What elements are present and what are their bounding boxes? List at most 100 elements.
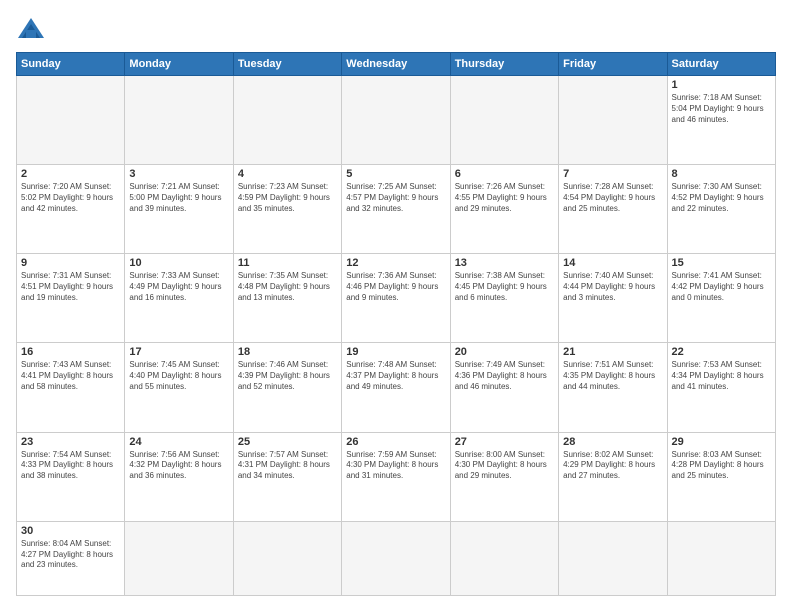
day-number: 25 xyxy=(238,436,337,448)
day-info: Sunrise: 7:43 AM Sunset: 4:41 PM Dayligh… xyxy=(21,360,120,392)
day-number: 16 xyxy=(21,346,120,358)
day-cell: 8 Sunrise: 7:30 AM Sunset: 4:52 PM Daylig… xyxy=(667,165,775,254)
day-info: Sunrise: 7:21 AM Sunset: 5:00 PM Dayligh… xyxy=(129,182,228,214)
day-number: 18 xyxy=(238,346,337,358)
day-cell: 26Sunrise: 7:59 AM Sunset: 4:30 PM Dayli… xyxy=(342,432,450,521)
day-info: Sunrise: 7:41 AM Sunset: 4:42 PM Dayligh… xyxy=(672,271,771,303)
day-number: 4 xyxy=(238,168,337,180)
day-info: Sunrise: 8:00 AM Sunset: 4:30 PM Dayligh… xyxy=(455,450,554,482)
weekday-friday: Friday xyxy=(559,53,667,76)
day-info: Sunrise: 7:46 AM Sunset: 4:39 PM Dayligh… xyxy=(238,360,337,392)
day-cell xyxy=(559,76,667,165)
day-number: 13 xyxy=(455,257,554,269)
day-number: 26 xyxy=(346,436,445,448)
day-number: 28 xyxy=(563,436,662,448)
day-cell: 4Sunrise: 7:23 AM Sunset: 4:59 PM Daylig… xyxy=(233,165,341,254)
weekday-sunday: Sunday xyxy=(17,53,125,76)
day-cell xyxy=(125,76,233,165)
day-info: Sunrise: 7:33 AM Sunset: 4:49 PM Dayligh… xyxy=(129,271,228,303)
day-cell: 17 Sunrise: 7:45 AM Sunset: 4:40 PM Dayli… xyxy=(125,343,233,432)
day-cell: 27Sunrise: 8:00 AM Sunset: 4:30 PM Dayli… xyxy=(450,432,558,521)
day-cell xyxy=(559,521,667,595)
day-number: 2 xyxy=(21,168,120,180)
day-number: 19 xyxy=(346,346,445,358)
week-row-5: 23 Sunrise: 7:54 AM Sunset: 4:33 PM Dayli… xyxy=(17,432,776,521)
day-info: Sunrise: 7:45 AM Sunset: 4:40 PM Dayligh… xyxy=(129,360,228,392)
day-number: 24 xyxy=(129,436,228,448)
day-info: Sunrise: 8:04 AM Sunset: 4:27 PM Dayligh… xyxy=(21,539,120,571)
day-cell: 19 Sunrise: 7:48 AM Sunset: 4:37 PM Dayli… xyxy=(342,343,450,432)
day-number: 22 xyxy=(672,346,771,358)
day-number: 12 xyxy=(346,257,445,269)
calendar: SundayMondayTuesdayWednesdayThursdayFrid… xyxy=(16,52,776,596)
day-cell: 30 Sunrise: 8:04 AM Sunset: 4:27 PM Dayli… xyxy=(17,521,125,595)
day-number: 9 xyxy=(21,257,120,269)
day-info: Sunrise: 7:53 AM Sunset: 4:34 PM Dayligh… xyxy=(672,360,771,392)
week-row-4: 16 Sunrise: 7:43 AM Sunset: 4:41 PM Dayli… xyxy=(17,343,776,432)
day-cell: 22 Sunrise: 7:53 AM Sunset: 4:34 PM Dayli… xyxy=(667,343,775,432)
day-cell xyxy=(233,76,341,165)
day-cell xyxy=(17,76,125,165)
day-number: 21 xyxy=(563,346,662,358)
day-number: 30 xyxy=(21,525,120,537)
day-cell: 7 Sunrise: 7:28 AM Sunset: 4:54 PM Daylig… xyxy=(559,165,667,254)
day-cell xyxy=(450,521,558,595)
day-info: Sunrise: 7:30 AM Sunset: 4:52 PM Dayligh… xyxy=(672,182,771,214)
day-number: 15 xyxy=(672,257,771,269)
day-info: Sunrise: 7:48 AM Sunset: 4:37 PM Dayligh… xyxy=(346,360,445,392)
day-cell xyxy=(342,76,450,165)
day-info: Sunrise: 8:02 AM Sunset: 4:29 PM Dayligh… xyxy=(563,450,662,482)
day-cell: 6 Sunrise: 7:26 AM Sunset: 4:55 PM Daylig… xyxy=(450,165,558,254)
day-cell: 11 Sunrise: 7:35 AM Sunset: 4:48 PM Dayli… xyxy=(233,254,341,343)
day-number: 20 xyxy=(455,346,554,358)
weekday-header-row: SundayMondayTuesdayWednesdayThursdayFrid… xyxy=(17,53,776,76)
day-number: 6 xyxy=(455,168,554,180)
day-cell: 5Sunrise: 7:25 AM Sunset: 4:57 PM Daylig… xyxy=(342,165,450,254)
day-info: Sunrise: 7:54 AM Sunset: 4:33 PM Dayligh… xyxy=(21,450,120,482)
day-cell: 15 Sunrise: 7:41 AM Sunset: 4:42 PM Dayli… xyxy=(667,254,775,343)
day-cell: 23 Sunrise: 7:54 AM Sunset: 4:33 PM Dayli… xyxy=(17,432,125,521)
day-info: Sunrise: 7:36 AM Sunset: 4:46 PM Dayligh… xyxy=(346,271,445,303)
day-cell: 12 Sunrise: 7:36 AM Sunset: 4:46 PM Dayli… xyxy=(342,254,450,343)
day-info: Sunrise: 7:57 AM Sunset: 4:31 PM Dayligh… xyxy=(238,450,337,482)
logo xyxy=(16,16,50,44)
day-cell: 2 Sunrise: 7:20 AM Sunset: 5:02 PM Daylig… xyxy=(17,165,125,254)
day-info: Sunrise: 7:31 AM Sunset: 4:51 PM Dayligh… xyxy=(21,271,120,303)
week-row-1: 1Sunrise: 7:18 AM Sunset: 5:04 PM Daylig… xyxy=(17,76,776,165)
day-number: 17 xyxy=(129,346,228,358)
day-number: 10 xyxy=(129,257,228,269)
day-cell xyxy=(667,521,775,595)
day-cell xyxy=(233,521,341,595)
page: SundayMondayTuesdayWednesdayThursdayFrid… xyxy=(0,0,792,612)
day-number: 23 xyxy=(21,436,120,448)
week-row-6: 30 Sunrise: 8:04 AM Sunset: 4:27 PM Dayli… xyxy=(17,521,776,595)
weekday-wednesday: Wednesday xyxy=(342,53,450,76)
day-number: 11 xyxy=(238,257,337,269)
day-info: Sunrise: 7:25 AM Sunset: 4:57 PM Dayligh… xyxy=(346,182,445,214)
day-info: Sunrise: 7:20 AM Sunset: 5:02 PM Dayligh… xyxy=(21,182,120,214)
day-info: Sunrise: 7:38 AM Sunset: 4:45 PM Dayligh… xyxy=(455,271,554,303)
day-number: 8 xyxy=(672,168,771,180)
day-info: Sunrise: 7:40 AM Sunset: 4:44 PM Dayligh… xyxy=(563,271,662,303)
day-info: Sunrise: 7:35 AM Sunset: 4:48 PM Dayligh… xyxy=(238,271,337,303)
day-cell xyxy=(342,521,450,595)
day-info: Sunrise: 7:28 AM Sunset: 4:54 PM Dayligh… xyxy=(563,182,662,214)
day-info: Sunrise: 7:26 AM Sunset: 4:55 PM Dayligh… xyxy=(455,182,554,214)
day-info: Sunrise: 7:51 AM Sunset: 4:35 PM Dayligh… xyxy=(563,360,662,392)
day-cell: 24 Sunrise: 7:56 AM Sunset: 4:32 PM Dayli… xyxy=(125,432,233,521)
week-row-2: 2 Sunrise: 7:20 AM Sunset: 5:02 PM Daylig… xyxy=(17,165,776,254)
day-cell: 14Sunrise: 7:40 AM Sunset: 4:44 PM Dayli… xyxy=(559,254,667,343)
day-number: 29 xyxy=(672,436,771,448)
day-number: 1 xyxy=(672,79,771,91)
day-info: Sunrise: 7:49 AM Sunset: 4:36 PM Dayligh… xyxy=(455,360,554,392)
day-cell: 3Sunrise: 7:21 AM Sunset: 5:00 PM Daylig… xyxy=(125,165,233,254)
day-cell: 20 Sunrise: 7:49 AM Sunset: 4:36 PM Dayli… xyxy=(450,343,558,432)
day-cell: 28 Sunrise: 8:02 AM Sunset: 4:29 PM Dayli… xyxy=(559,432,667,521)
day-info: Sunrise: 7:56 AM Sunset: 4:32 PM Dayligh… xyxy=(129,450,228,482)
weekday-tuesday: Tuesday xyxy=(233,53,341,76)
day-cell: 25 Sunrise: 7:57 AM Sunset: 4:31 PM Dayli… xyxy=(233,432,341,521)
day-cell: 29Sunrise: 8:03 AM Sunset: 4:28 PM Dayli… xyxy=(667,432,775,521)
day-number: 7 xyxy=(563,168,662,180)
weekday-monday: Monday xyxy=(125,53,233,76)
weekday-thursday: Thursday xyxy=(450,53,558,76)
